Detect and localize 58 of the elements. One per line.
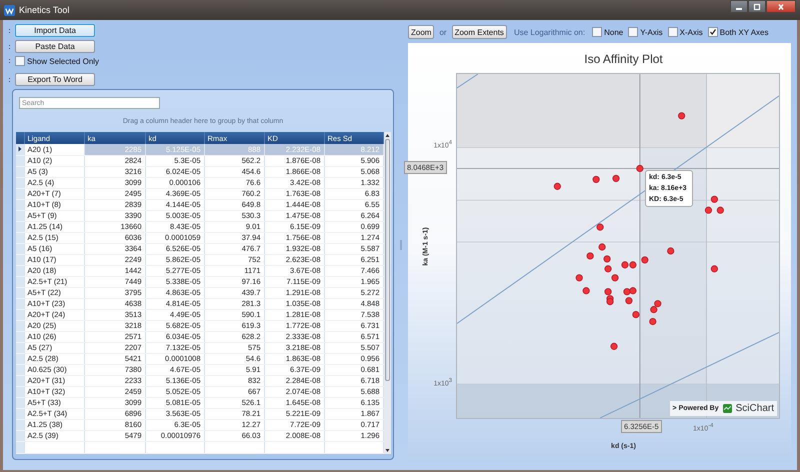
logo-icon [722,404,732,413]
checkbox[interactable]: Show Selected Only [15,56,100,66]
data-point[interactable] [606,298,614,306]
data-point[interactable] [592,176,600,183]
data-point[interactable] [554,182,561,190]
window-title: Kinetics Tool [19,5,70,15]
data-point[interactable] [629,287,636,294]
row-indicator-icon [16,146,23,152]
data-point[interactable] [582,287,590,294]
close-button[interactable] [766,0,796,13]
data-point[interactable] [596,224,604,231]
maximize-icon [752,2,762,10]
zoom-extents-button[interactable]: Zoom Extents [452,25,507,39]
data-point[interactable] [649,318,656,326]
data-point[interactable] [704,206,712,214]
data-point[interactable] [629,261,636,268]
data-point[interactable] [604,255,611,262]
data-point[interactable] [650,306,658,314]
data-point[interactable] [710,265,718,272]
data-point[interactable] [604,265,612,272]
data-point[interactable] [678,112,686,120]
data-point[interactable] [636,164,644,172]
data-point[interactable] [621,261,629,268]
iso-affinity-line [457,74,478,88]
minimize-button[interactable] [730,0,748,13]
data-point[interactable] [611,274,619,282]
export-button[interactable]: Export To Word [15,73,95,86]
data-point[interactable] [610,342,618,350]
scroll-up-icon[interactable] [384,132,390,139]
data-point[interactable] [625,297,632,304]
checkbox[interactable]: None [592,27,624,37]
maximize-button[interactable] [748,0,766,13]
chart-title: Iso Affinity Plot [583,52,664,68]
data-point[interactable] [598,243,606,251]
app-icon [4,4,15,16]
scroll-down-icon[interactable] [384,446,390,454]
data-point[interactable] [654,300,662,308]
checkbox[interactable]: X-Axis [668,27,703,37]
data-point[interactable] [716,206,724,214]
checkbox[interactable]: Y-Axis [628,27,663,37]
button[interactable]: Import Data [15,24,95,37]
button[interactable]: Paste Data [15,40,95,53]
data-point[interactable] [710,196,718,203]
check-icon [708,28,717,36]
log-label: Use Logarithmic on: [514,28,586,36]
or-label: or [439,28,447,36]
checkbox[interactable]: Both XY Axes [708,27,769,37]
close-icon [776,2,786,10]
data-point[interactable] [586,252,594,260]
data-point[interactable] [641,256,648,264]
data-point[interactable] [667,247,674,255]
data-point[interactable] [604,288,612,296]
data-point[interactable] [632,311,640,318]
data-point[interactable] [612,174,620,182]
data-point[interactable] [576,274,583,282]
zoom-button[interactable]: Zoom [408,25,434,39]
branding-name: SciChart [736,403,774,414]
data-point[interactable] [623,288,631,296]
